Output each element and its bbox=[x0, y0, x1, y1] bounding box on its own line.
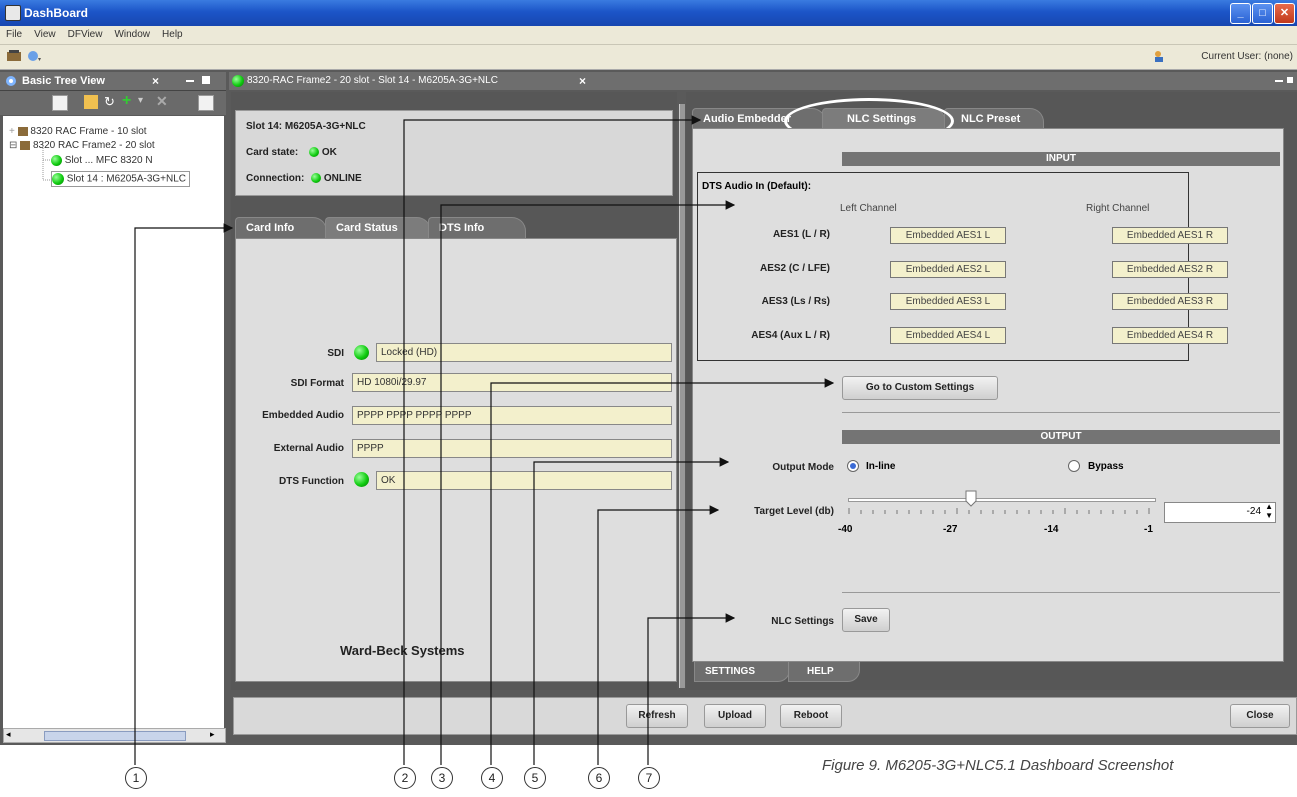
callout-5: 5 bbox=[524, 767, 546, 789]
callout-lines bbox=[134, 115, 835, 765]
figure-caption: Figure 9. M6205-3G+NLC5.1 Dashboard Scre… bbox=[822, 757, 1174, 774]
callout-2: 2 bbox=[394, 767, 416, 789]
callout-4: 4 bbox=[481, 767, 503, 789]
callout-1: 1 bbox=[125, 767, 147, 789]
callout-3: 3 bbox=[431, 767, 453, 789]
callout-6: 6 bbox=[588, 767, 610, 789]
callout-7: 7 bbox=[638, 767, 660, 789]
